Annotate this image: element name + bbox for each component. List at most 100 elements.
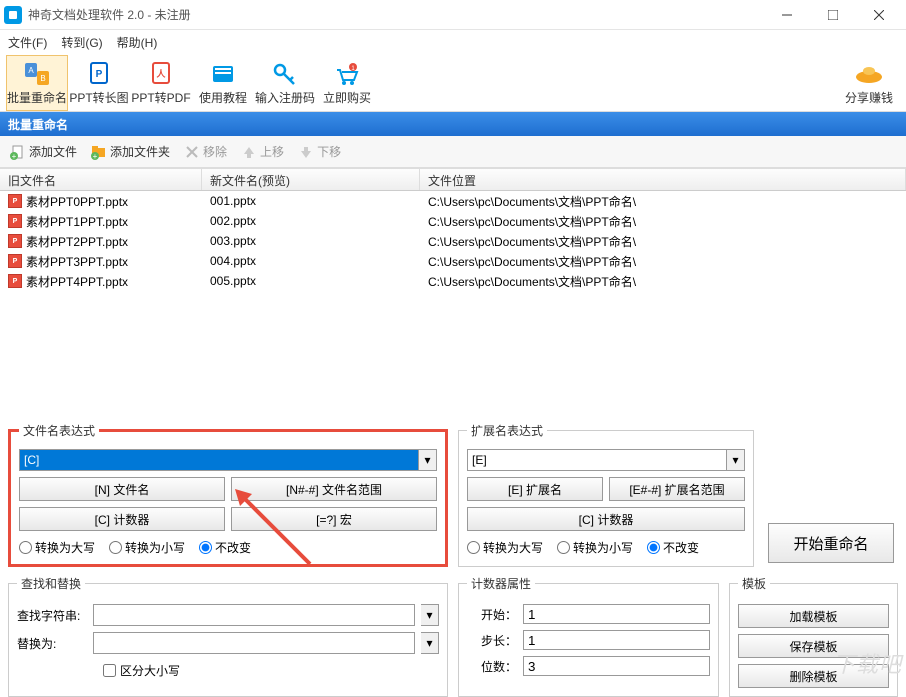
tool-batch-rename[interactable]: AB 批量重命名 <box>6 55 68 111</box>
btn-insert-e-range[interactable]: [E#-#] 扩展名范围 <box>609 477 745 501</box>
add-folder-icon: + <box>91 144 107 160</box>
svg-text:P: P <box>96 69 103 80</box>
extension-expression-input[interactable] <box>467 449 727 471</box>
section-title: 批量重命名 <box>8 116 68 133</box>
btn-insert-e[interactable]: [E] 扩展名 <box>467 477 603 501</box>
load-template-button[interactable]: 加载模板 <box>738 604 889 628</box>
svg-text:+: + <box>12 152 17 160</box>
find-label: 查找字符串: <box>17 607 87 624</box>
ppt-file-icon: P <box>8 274 22 288</box>
save-template-button[interactable]: 保存模板 <box>738 634 889 658</box>
table-row[interactable]: P素材PPT2PPT.pptx003.pptxC:\Users\pc\Docum… <box>0 231 906 251</box>
add-file-icon: + <box>10 144 26 160</box>
ppt-pdf-icon: 人 <box>149 59 173 89</box>
radio-filename-lower[interactable]: 转换为小写 <box>109 539 185 556</box>
table-header: 旧文件名 新文件名(预览) 文件位置 <box>0 169 906 191</box>
move-up-button[interactable]: 上移 <box>237 141 288 162</box>
find-replace-group: 查找和替换 查找字符串: ▾ 替换为: ▾ 区分大小写 <box>8 575 448 697</box>
tool-tutorial[interactable]: 使用教程 <box>192 55 254 111</box>
start-rename-button[interactable]: 开始重命名 <box>768 523 894 563</box>
filename-expression-legend: 文件名表达式 <box>19 422 99 439</box>
ppt-file-icon: P <box>8 254 22 268</box>
table-row[interactable]: P素材PPT3PPT.pptx004.pptxC:\Users\pc\Docum… <box>0 251 906 271</box>
replace-dropdown[interactable]: ▾ <box>421 632 439 654</box>
radio-filename-keep[interactable]: 不改变 <box>199 539 251 556</box>
svg-text:B: B <box>40 74 45 83</box>
counter-group: 计数器属性 开始： 步长： 位数： <box>458 575 719 697</box>
menu-help[interactable]: 帮助(H) <box>117 34 158 51</box>
counter-legend: 计数器属性 <box>467 575 535 592</box>
section-header: 批量重命名 <box>0 112 906 136</box>
counter-start-label: 开始： <box>467 606 517 623</box>
radio-ext-upper[interactable]: 转换为大写 <box>467 539 543 556</box>
maximize-icon <box>828 10 838 20</box>
extension-expression-dropdown[interactable]: ▾ <box>727 449 745 471</box>
delete-template-button[interactable]: 删除模板 <box>738 664 889 688</box>
svg-text:+: + <box>93 152 98 160</box>
counter-digits-input[interactable] <box>523 656 710 676</box>
minimize-button[interactable] <box>764 0 810 30</box>
cart-icon: 1 <box>334 59 360 89</box>
table-body: P素材PPT0PPT.pptx001.pptxC:\Users\pc\Docum… <box>0 191 906 389</box>
table-row[interactable]: P素材PPT4PPT.pptx005.pptxC:\Users\pc\Docum… <box>0 271 906 291</box>
counter-step-input[interactable] <box>523 630 710 650</box>
tool-regcode[interactable]: 输入注册码 <box>254 55 316 111</box>
menu-file[interactable]: 文件(F) <box>8 34 47 51</box>
template-legend: 模板 <box>738 575 770 592</box>
table-row[interactable]: P素材PPT0PPT.pptx001.pptxC:\Users\pc\Docum… <box>0 191 906 211</box>
minimize-icon <box>782 10 792 20</box>
extension-expression-group: 扩展名表达式 ▾ [E] 扩展名 [E#-#] 扩展名范围 [C] 计数器 转换… <box>458 422 754 567</box>
counter-start-input[interactable] <box>523 604 710 624</box>
find-dropdown[interactable]: ▾ <box>421 604 439 626</box>
file-table: 旧文件名 新文件名(预览) 文件位置 P素材PPT0PPT.pptx001.pp… <box>0 168 906 389</box>
btn-insert-c[interactable]: [C] 计数器 <box>19 507 225 531</box>
svg-text:A: A <box>28 66 34 75</box>
counter-step-label: 步长： <box>467 632 517 649</box>
app-icon <box>4 6 22 24</box>
svg-text:人: 人 <box>155 68 166 79</box>
filename-expression-input[interactable] <box>19 449 419 471</box>
radio-filename-upper[interactable]: 转换为大写 <box>19 539 95 556</box>
col-old-name[interactable]: 旧文件名 <box>0 169 202 190</box>
menu-bar: 文件(F) 转到(G) 帮助(H) <box>0 30 906 54</box>
action-bar: + 添加文件 + 添加文件夹 移除 上移 下移 <box>0 136 906 168</box>
key-icon <box>272 59 298 89</box>
template-group: 模板 加载模板 保存模板 删除模板 <box>729 575 898 697</box>
col-location[interactable]: 文件位置 <box>420 169 906 190</box>
down-arrow-icon <box>298 144 314 160</box>
add-folder-button[interactable]: + 添加文件夹 <box>87 141 174 162</box>
menu-goto[interactable]: 转到(G) <box>61 34 102 51</box>
ppt-file-icon: P <box>8 214 22 228</box>
replace-input[interactable] <box>93 632 415 654</box>
maximize-button[interactable] <box>810 0 856 30</box>
ingot-icon <box>854 59 884 89</box>
remove-button[interactable]: 移除 <box>180 141 231 162</box>
btn-insert-macro[interactable]: [=?] 宏 <box>231 507 437 531</box>
add-file-button[interactable]: + 添加文件 <box>6 141 81 162</box>
rename-icon: AB <box>23 59 51 89</box>
radio-ext-lower[interactable]: 转换为小写 <box>557 539 633 556</box>
extension-expression-legend: 扩展名表达式 <box>467 422 547 439</box>
counter-digits-label: 位数： <box>467 658 517 675</box>
tool-ppt-pdf[interactable]: 人 PPT转PDF <box>130 55 192 111</box>
find-input[interactable] <box>93 604 415 626</box>
book-icon <box>210 59 236 89</box>
remove-icon <box>184 144 200 160</box>
up-arrow-icon <box>241 144 257 160</box>
close-icon <box>874 10 884 20</box>
filename-expression-dropdown[interactable]: ▾ <box>419 449 437 471</box>
table-row[interactable]: P素材PPT1PPT.pptx002.pptxC:\Users\pc\Docum… <box>0 211 906 231</box>
ppt-long-icon: P <box>87 59 111 89</box>
case-sensitive-checkbox[interactable] <box>103 664 116 677</box>
btn-insert-n-range[interactable]: [N#-#] 文件名范围 <box>231 477 437 501</box>
close-button[interactable] <box>856 0 902 30</box>
btn-insert-n[interactable]: [N] 文件名 <box>19 477 225 501</box>
main-toolbar: AB 批量重命名 P PPT转长图 人 PPT转PDF 使用教程 输入注册码 1… <box>0 54 906 112</box>
tool-share[interactable]: 分享赚钱 <box>838 55 900 111</box>
tool-ppt-longimage[interactable]: P PPT转长图 <box>68 55 130 111</box>
move-down-button[interactable]: 下移 <box>294 141 345 162</box>
btn-insert-c-ext[interactable]: [C] 计数器 <box>467 507 745 531</box>
tool-buy[interactable]: 1 立即购买 <box>316 55 378 111</box>
radio-ext-keep[interactable]: 不改变 <box>647 539 699 556</box>
col-new-name[interactable]: 新文件名(预览) <box>202 169 420 190</box>
